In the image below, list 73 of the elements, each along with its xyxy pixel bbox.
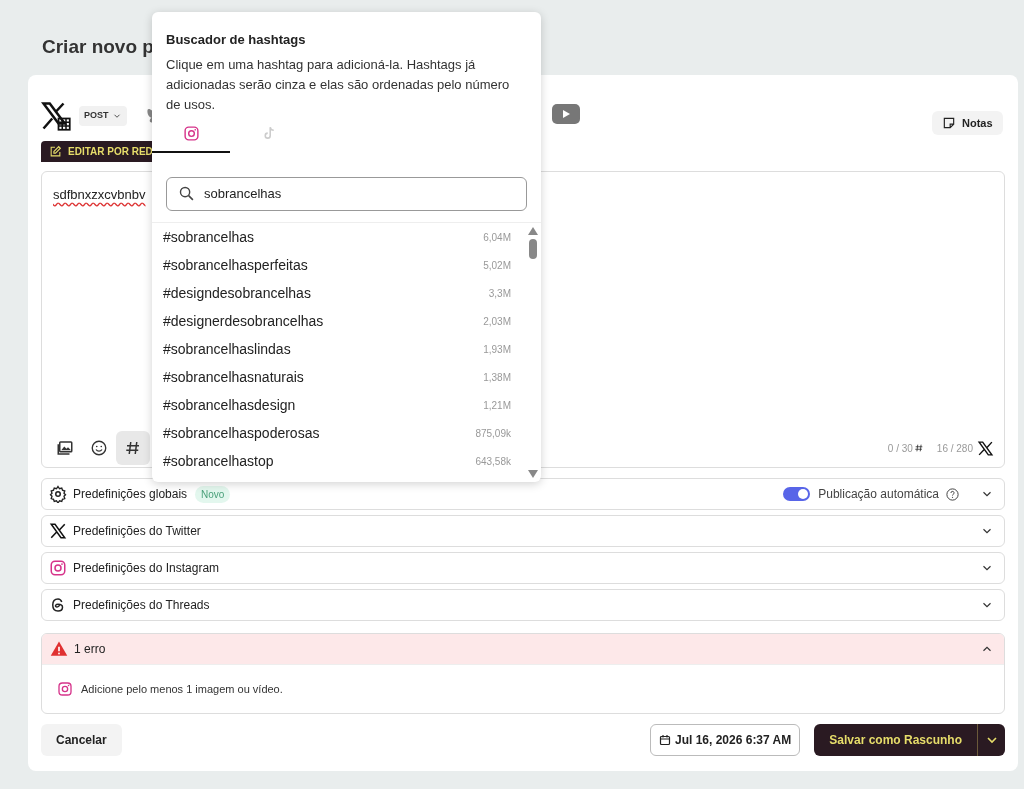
warning-icon	[50, 640, 68, 658]
usage-count: 2,03M	[483, 315, 511, 329]
usage-count: 1,21M	[483, 399, 511, 413]
preset-label: Predefinições do Threads	[73, 597, 210, 614]
preset-row[interactable]: Predefinições do Instagram	[41, 552, 1005, 584]
scrollbar-thumb[interactable]	[529, 238, 537, 259]
auto-publish-toggle[interactable]	[783, 487, 811, 501]
help-icon[interactable]	[945, 486, 960, 502]
gear-icon	[49, 485, 67, 503]
usage-count: 3,3M	[488, 287, 511, 301]
hashtag-search-field[interactable]: sobrancelhas	[166, 176, 527, 211]
hashtag-text: #sobrancelhaslindas	[163, 340, 291, 359]
x-grid-icon	[41, 101, 71, 131]
note-icon	[942, 116, 956, 130]
instagram-icon	[49, 559, 67, 577]
popup-description: Clique em uma hashtag para adicioná-la. Hashtags já adicionadas serão cinza e elas são ordenadas pelo número de usos.	[166, 55, 511, 114]
hashtag-icon	[124, 439, 142, 457]
usage-count: 6,04M	[483, 231, 511, 245]
usage-count: 643,58k	[475, 455, 511, 469]
usage-count: 1,38M	[483, 371, 511, 385]
new-badge: Novo	[195, 485, 231, 503]
instagram-icon	[182, 125, 200, 142]
hashtag-text: #sobrancelhasdesign	[163, 396, 296, 415]
hashtag-result[interactable]: #sobrancelhasperfeitas 5,02M	[163, 251, 511, 280]
scroll-up-icon	[528, 226, 538, 235]
hashtag-text: #sobrancelhas	[163, 228, 255, 247]
hashtag-result[interactable]: #designdesobrancelhas 3,3M	[163, 279, 511, 308]
search-icon	[178, 184, 195, 202]
hashtag-result[interactable]: #sobrancelhas 6,04M	[163, 223, 511, 252]
preset-label: Predefinições globais	[73, 486, 188, 503]
error-count: 1 erro	[74, 641, 106, 658]
preset-label: Predefinições do Twitter	[73, 523, 201, 540]
character-count: 16 / 280	[936, 441, 973, 456]
hashtag-button[interactable]	[116, 431, 150, 465]
preset-row[interactable]: Predefinições do Twitter	[41, 515, 1005, 547]
preset-label: Predefinições do Instagram	[73, 560, 220, 577]
hashtag-text: #sobrancelhasnaturais	[163, 368, 304, 387]
hashtag-text: #sobrancelhaspoderosas	[163, 424, 320, 443]
error-header[interactable]: 1 erro	[42, 634, 1004, 664]
emoji-icon	[90, 439, 108, 457]
media-icon	[56, 439, 74, 457]
hashtag-result[interactable]: #sobrancelhaslindas 1,93M	[163, 335, 511, 364]
error-message: Adicione pelo menos 1 imagem ou vídeo.	[81, 681, 283, 697]
preset-row[interactable]: Predefinições do Threads	[41, 589, 1005, 621]
hashtag-count: 0 / 30	[887, 441, 913, 456]
video-play-icon[interactable]	[552, 104, 580, 124]
x-icon	[49, 522, 67, 540]
instagram-icon	[57, 681, 73, 697]
hashtag-result[interactable]: #sobrancelhastop 643,58k	[163, 447, 511, 476]
usage-count: 5,02M	[483, 259, 511, 273]
hashtag-result[interactable]: #designerdesobrancelhas 2,03M	[163, 307, 511, 336]
x-icon	[977, 439, 994, 457]
post-text: sdfbnxzxcvbnbv	[52, 186, 147, 204]
hashtag-result[interactable]: #sobrancelhasnaturais 1,38M	[163, 363, 511, 392]
usage-count: 1,93M	[483, 343, 511, 357]
scroll-down-icon	[528, 470, 538, 478]
hashtag-icon	[913, 443, 924, 453]
popup-title: Buscador de hashtags	[166, 31, 307, 49]
cancel-button[interactable]: Cancelar	[41, 724, 122, 756]
save-draft-button[interactable]: Salvar como Rascunho	[814, 724, 977, 756]
hashtag-text: #sobrancelhasperfeitas	[163, 256, 308, 275]
hashtag-result[interactable]: #sobrancelhasdesign 1,21M	[163, 391, 511, 420]
calendar-icon	[659, 734, 671, 746]
hashtag-text: #designdesobrancelhas	[163, 284, 311, 303]
hashtag-text: #sobrancelhastop	[163, 452, 274, 471]
usage-count: 875,09k	[475, 427, 511, 441]
notes-button[interactable]: Notas	[932, 111, 1003, 135]
edit-icon	[49, 145, 62, 158]
post-type-dropdown[interactable]: POST	[79, 106, 127, 126]
hashtag-text: #designerdesobrancelhas	[163, 312, 324, 331]
auto-publish-label: Publicação automática	[818, 486, 939, 503]
hashtag-result[interactable]: #sobrancelhaspoderosas 875,09k	[163, 419, 511, 448]
date-picker[interactable]: Jul 16, 2026 6:37 AM	[650, 724, 801, 756]
